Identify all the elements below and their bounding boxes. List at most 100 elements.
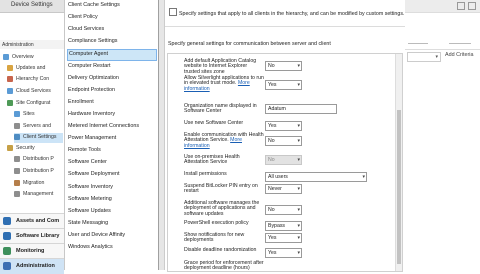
setting-dropdown[interactable]: Bypass ▾: [265, 221, 302, 231]
category-item[interactable]: Client Cache Settings: [67, 1, 155, 11]
setting-label-text: Disable deadline randomization: [184, 247, 257, 253]
tree-item-migration[interactable]: Migration: [14, 179, 63, 189]
setting-dropdown[interactable]: Yes ▾: [265, 80, 302, 90]
tree-item-updates[interactable]: Updates and: [7, 64, 63, 74]
category-label: Computer Restart: [68, 62, 111, 69]
chevron-down-icon: ▾: [362, 174, 365, 180]
setting-value: No: [268, 138, 275, 144]
setting-label-text: Allow Silverlight applications to run in…: [184, 75, 264, 87]
setting-dropdown[interactable]: Never ▾: [265, 184, 302, 194]
title-bar: Device Settings: [0, 0, 64, 13]
nav-assets[interactable]: Assets and Com: [0, 213, 64, 229]
setting-dropdown[interactable]: Yes ▾: [265, 233, 302, 243]
overview-icon: [3, 54, 9, 60]
search-box[interactable]: ▾: [407, 52, 441, 62]
category-item[interactable]: User and Device Affinity: [67, 231, 155, 241]
category-item[interactable]: Computer Agent: [67, 49, 157, 62]
chevron-down-icon: ▾: [297, 82, 300, 88]
minimize-icon[interactable]: [457, 2, 465, 10]
category-item[interactable]: Compliance Settings: [67, 37, 155, 47]
tree-item-label: Sites: [23, 111, 35, 117]
description-text: Specify settings that apply to all clien…: [179, 11, 405, 17]
category-item[interactable]: Enrollment: [67, 98, 155, 108]
setting-label-text: Organization name displayed in Software …: [184, 103, 257, 115]
tree-item-management[interactable]: Management: [14, 190, 63, 200]
category-item[interactable]: Software Center: [67, 158, 155, 168]
category-list: Client Cache Settings Client Policy Cloud …: [65, 0, 159, 270]
column-header: [405, 40, 480, 50]
tree-item-site-config[interactable]: Site Configurat: [7, 99, 63, 109]
category-item[interactable]: Hardware Inventory: [67, 110, 155, 120]
setting-dropdown[interactable]: All users ▾: [265, 172, 367, 182]
category-item[interactable]: Client Policy: [67, 13, 155, 23]
category-label: Delivery Optimization: [68, 74, 119, 81]
category-item[interactable]: Remote Tools: [67, 146, 155, 156]
tree-item-sites[interactable]: Sites: [14, 110, 63, 120]
category-item[interactable]: Software Metering: [67, 195, 155, 205]
nav-administration[interactable]: Administration: [0, 258, 64, 274]
category-label: Software Deployment: [68, 171, 120, 178]
category-item[interactable]: Software Inventory: [67, 183, 155, 193]
tree-item-label: Servers and: [23, 123, 51, 129]
category-item[interactable]: Metered Internet Connections: [67, 122, 155, 132]
category-item[interactable]: Endpoint Protection: [67, 86, 155, 96]
category-item[interactable]: Windows Analytics: [67, 243, 155, 253]
tree-item-client-settings[interactable]: Client Settings: [14, 133, 63, 143]
nav-monitoring[interactable]: Monitoring: [0, 243, 64, 259]
tree-item-cloud-services[interactable]: Cloud Services: [7, 87, 63, 97]
setting-dropdown[interactable]: Yes ▾: [265, 121, 302, 131]
settings-panel: Add default Application Catalog website …: [167, 53, 403, 272]
chevron-down-icon: ▾: [297, 186, 300, 192]
tree-item-servers[interactable]: Servers and: [14, 122, 63, 132]
tree-item-distribution-1[interactable]: Distribution P: [14, 155, 63, 165]
software-library-icon: [3, 232, 11, 240]
tree-item-security[interactable]: Security: [7, 144, 63, 154]
close-icon[interactable]: [468, 2, 476, 10]
setting-label: Enable communication with Health Attesta…: [184, 132, 264, 149]
setting-label: Additional software manages the deployme…: [184, 200, 264, 217]
setting-dropdown[interactable]: Yes ▾: [265, 248, 302, 258]
setting-label: Disable deadline randomization: [184, 247, 264, 253]
management-icon: [14, 191, 20, 197]
scrollbar[interactable]: [395, 54, 402, 271]
section-header-label: Administration: [2, 42, 34, 48]
organization-name-input[interactable]: Adatum: [265, 104, 337, 114]
add-criteria-button[interactable]: Add Criteria: [445, 52, 473, 58]
tree-item-label: Hierarchy Con: [16, 76, 50, 82]
category-item[interactable]: Power Management: [67, 134, 155, 144]
category-item[interactable]: Software Deployment: [67, 170, 155, 180]
nav-label: Administration: [16, 263, 55, 269]
setting-value: Never: [268, 186, 282, 192]
chevron-down-icon: ▾: [297, 235, 300, 241]
nav-label: Monitoring: [16, 248, 45, 254]
setting-value: No: [268, 63, 275, 69]
category-item[interactable]: Delivery Optimization: [67, 74, 155, 84]
category-label: Endpoint Protection: [68, 86, 116, 93]
tree-item-overview[interactable]: Overview: [3, 53, 63, 63]
nav-label: Software Library: [16, 233, 60, 239]
setting-label: Grace period for enforcement after deplo…: [184, 260, 264, 272]
scrollbar-thumb[interactable]: [397, 110, 401, 264]
category-item[interactable]: Software Updates: [67, 207, 155, 217]
setting-value: No: [268, 157, 275, 163]
category-label: Client Cache Settings: [68, 2, 120, 8]
category-item[interactable]: Cloud Services: [67, 25, 155, 35]
category-item[interactable]: Computer Restart: [67, 62, 155, 72]
setting-dropdown[interactable]: No ▾: [265, 205, 302, 215]
setting-label-text: Use on-premises Health Attestation Servi…: [184, 154, 240, 166]
hierarchy-icon: [7, 76, 13, 82]
setting-label: Suspend BitLocker PIN entry on restart: [184, 183, 264, 195]
category-item[interactable]: State Messaging: [67, 219, 155, 229]
setting-label: Allow Silverlight applications to run in…: [184, 75, 264, 92]
category-label: Hardware Inventory: [68, 110, 116, 117]
nav-software-library[interactable]: Software Library: [0, 228, 64, 244]
category-label: User and Device Affinity: [68, 231, 126, 238]
tree-item-distribution-2[interactable]: Distribution P: [14, 167, 63, 177]
site-config-icon: [7, 100, 13, 106]
setting-dropdown[interactable]: No ▾: [265, 61, 302, 71]
tree-item-hierarchy[interactable]: Hierarchy Con: [7, 75, 63, 85]
security-icon: [7, 145, 13, 151]
setting-dropdown[interactable]: No ▾: [265, 136, 302, 146]
tree-item-label: Site Configurat: [16, 100, 51, 106]
tree-item-label: Client Settings: [23, 134, 57, 140]
